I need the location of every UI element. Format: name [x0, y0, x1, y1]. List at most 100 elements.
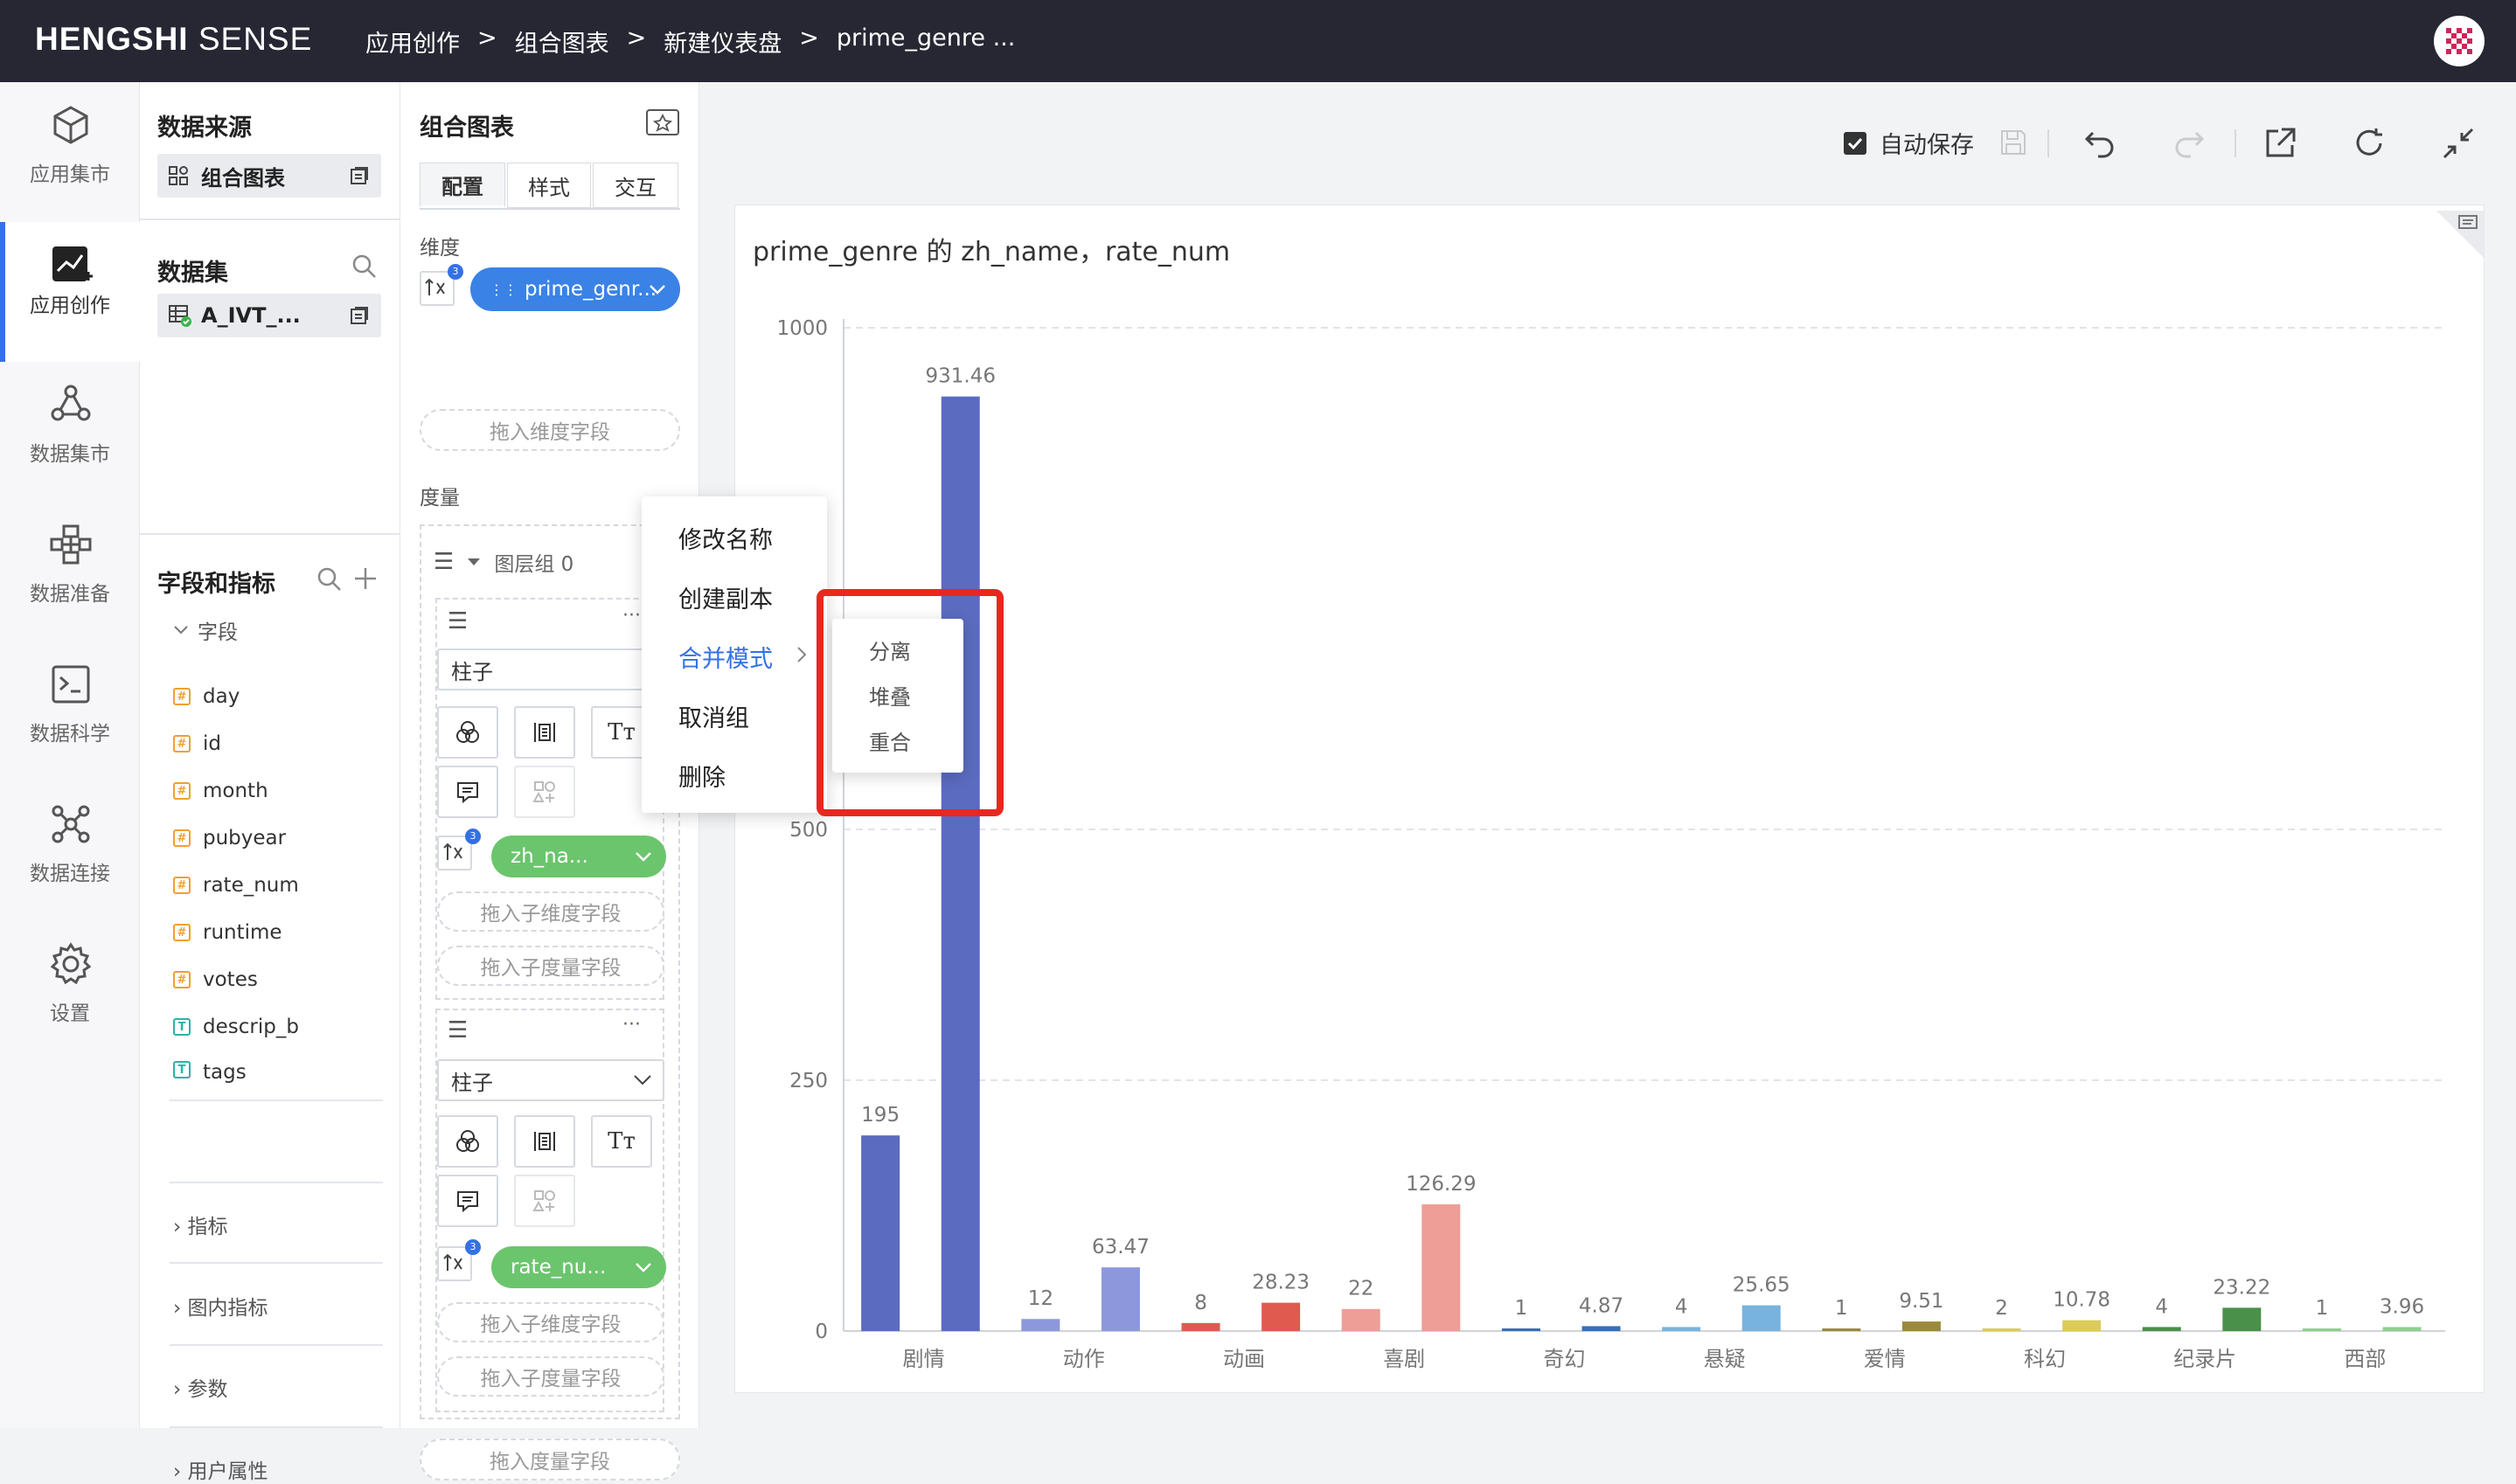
drag-handle-icon[interactable]: ☰	[448, 1017, 468, 1044]
tab-config[interactable]: 配置	[420, 163, 505, 208]
size-button[interactable]	[514, 1115, 575, 1168]
field-item[interactable]: # votes	[173, 968, 258, 991]
sort-button[interactable]: 3	[437, 829, 481, 870]
color-icon	[456, 721, 479, 743]
bar	[1021, 1319, 1060, 1331]
data-label: 9.51	[1899, 1290, 1943, 1313]
tab-style[interactable]: 样式	[507, 163, 591, 208]
copy-icon[interactable]	[350, 166, 369, 185]
nav-item-data-market[interactable]: 数据集市	[0, 362, 140, 484]
refresh-icon[interactable]	[2352, 126, 2387, 161]
datasource-item[interactable]: 组合图表	[157, 154, 381, 198]
divider	[140, 218, 400, 220]
breadcrumb-separator: >	[799, 24, 819, 52]
layer1-measure-pill[interactable]: zh_na...	[491, 836, 666, 877]
data-prep-icon	[50, 524, 92, 565]
bar	[2222, 1307, 2262, 1331]
undo-icon[interactable]	[2082, 126, 2117, 161]
fields-group-toggle[interactable]: 字段	[173, 615, 238, 645]
chart-type-icon[interactable]	[645, 108, 680, 136]
field-item[interactable]: # runtime	[173, 921, 282, 944]
tooltip-button[interactable]	[437, 1175, 498, 1227]
tab-interaction[interactable]: 交互	[593, 163, 678, 208]
menu-item-duplicate[interactable]: 创建副本	[678, 580, 773, 614]
sub-dimension-dropzone[interactable]: 拖入子维度字段	[437, 1302, 664, 1342]
breadcrumb-item-new-dashboard[interactable]: 新建仪表盘	[664, 24, 782, 59]
measure-dropzone[interactable]: 拖入度量字段	[420, 1439, 680, 1481]
menu-item-rename[interactable]: 修改名称	[678, 521, 773, 555]
search-icon[interactable]	[351, 253, 378, 280]
caret-down-icon	[468, 558, 481, 565]
autosave-label: 自动保存	[1880, 132, 1974, 159]
copy-icon[interactable]	[350, 306, 369, 325]
section-chart-metrics[interactable]: › 图内指标	[173, 1291, 268, 1321]
measure-label: 度量	[420, 487, 460, 510]
breadcrumb-item-combo-chart[interactable]: 组合图表	[515, 24, 609, 59]
section-user-attrs[interactable]: › 用户属性	[173, 1454, 268, 1484]
dataset-item[interactable]: A_IVT_...	[157, 294, 381, 337]
chevron-right-icon	[797, 647, 807, 662]
menu-item-delete[interactable]: 删除	[678, 759, 726, 793]
field-item[interactable]: # id	[173, 732, 221, 755]
save-icon	[2001, 130, 2026, 155]
drag-handle-icon[interactable]: ☰	[448, 608, 468, 635]
sub-measure-dropzone[interactable]: 拖入子度量字段	[437, 946, 664, 986]
app-logo[interactable]: HENGSHI SENSE	[35, 21, 312, 58]
nav-label: 数据科学	[30, 723, 110, 745]
more-icon[interactable]: ···	[622, 1014, 641, 1036]
layer2-type-select[interactable]: 柱子	[437, 1059, 664, 1101]
color-button[interactable]	[437, 1115, 498, 1168]
chevron-right-icon: ›	[173, 1297, 182, 1320]
field-item[interactable]: Ttags	[173, 1061, 247, 1085]
menu-item-ungroup[interactable]: 取消组	[678, 699, 749, 733]
layer1-type-select[interactable]: 柱子	[437, 648, 664, 690]
field-item[interactable]: Tdescrip_b	[173, 1016, 299, 1038]
autosave-toggle[interactable]: 自动保存	[1843, 126, 1974, 160]
field-item[interactable]: # pubyear	[173, 827, 286, 849]
label-button[interactable]: Tт	[591, 1115, 652, 1168]
nav-item-app-creation[interactable]: 应用创作	[0, 222, 140, 362]
sort-button[interactable]: 3	[420, 264, 463, 306]
section-params[interactable]: › 参数	[173, 1372, 228, 1402]
field-item[interactable]: # month	[173, 780, 268, 802]
search-icon[interactable]	[316, 566, 343, 593]
data-label: 3.96	[2380, 1295, 2424, 1318]
size-button[interactable]	[514, 706, 575, 759]
chevron-down-icon	[174, 626, 188, 635]
section-metrics[interactable]: › 指标	[173, 1210, 228, 1239]
data-label: 28.23	[1252, 1272, 1310, 1294]
y-tick-label: 0	[815, 1321, 828, 1343]
avatar[interactable]	[2434, 16, 2485, 66]
nav-item-settings[interactable]: 设置	[0, 921, 140, 1044]
checkbox-checked-icon[interactable]	[1843, 131, 1867, 156]
nav-label: 应用创作	[30, 295, 110, 317]
sub-dimension-dropzone[interactable]: 拖入子维度字段	[437, 891, 664, 932]
menu-item-merge-mode[interactable]: 合并模式	[678, 640, 773, 674]
nav-label: 数据集市	[30, 443, 110, 466]
collapse-icon[interactable]	[2441, 126, 2476, 161]
field-item[interactable]: # rate_num	[173, 874, 299, 897]
breadcrumb-item-app-creation[interactable]: 应用创作	[365, 24, 460, 59]
color-button[interactable]	[437, 706, 498, 759]
nav-item-data-connection[interactable]: 数据连接	[0, 781, 140, 904]
x-tick-label: 科幻	[2024, 1347, 2066, 1371]
field-item[interactable]: # day	[173, 685, 240, 708]
dimension-dropzone[interactable]: 拖入维度字段	[420, 409, 680, 451]
sub-measure-dropzone[interactable]: 拖入子度量字段	[437, 1356, 664, 1397]
tooltip-button[interactable]	[437, 766, 498, 818]
nav-item-data-science[interactable]: 数据科学	[0, 641, 140, 764]
sort-button[interactable]: 3	[437, 1239, 481, 1281]
share-icon[interactable]	[2262, 126, 2297, 161]
nav-item-data-prep[interactable]: 数据准备	[0, 502, 140, 624]
layer-group-header[interactable]: ☰ 图层组 0	[434, 547, 573, 577]
nav-item-app-market[interactable]: 应用集市	[0, 82, 140, 205]
section-label: 用户属性	[187, 1460, 268, 1483]
layer2-measure-pill[interactable]: rate_nu...	[491, 1246, 666, 1288]
bar	[941, 396, 980, 1332]
more-icon[interactable]: ···	[622, 605, 641, 627]
x-tick-label: 纪录片	[2173, 1347, 2236, 1371]
sort-icon	[425, 278, 445, 295]
add-icon[interactable]	[353, 566, 378, 591]
bar	[1982, 1328, 2021, 1331]
dimension-pill[interactable]: ⋮⋮ prime_genr...	[470, 267, 680, 311]
